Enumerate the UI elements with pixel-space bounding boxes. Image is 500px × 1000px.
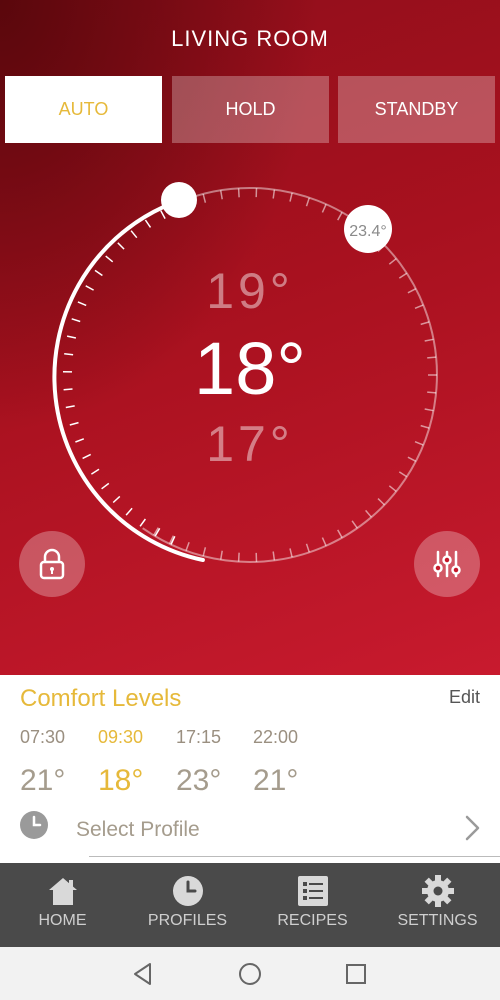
comfort-level-item[interactable]: 17:15 23° [176,727,256,798]
dial-tick [237,188,240,198]
dial-tick [90,468,100,475]
dial-tick [237,552,240,562]
dial-tick [305,197,311,207]
gear-icon [422,875,454,907]
dial-tick [185,542,190,551]
comfort-level-temp: 23° [176,764,222,797]
dial-tick [351,520,358,529]
dial-tick [272,551,276,561]
tab-settings[interactable]: SETTINGS [375,863,500,947]
dial-tick [117,242,125,250]
comfort-level-time: 22:00 [253,727,299,747]
comfort-level-time: 07:30 [20,727,66,747]
dial-tick [101,482,110,490]
back-icon[interactable] [130,961,156,987]
bottom-tab-bar: HOME PROFILES RECIPES SETTINGS [0,863,500,947]
comfort-levels-title: Comfort Levels [20,685,182,712]
dial-tick [289,548,293,558]
dial-tick [202,547,207,557]
setpoint-up-value[interactable]: 19° [0,262,500,320]
thermostat-panel: LIVING ROOM AUTO HOLD STANDBY 23.4° 19° … [0,0,500,675]
tab-home-label: HOME [38,912,87,929]
dial-tick [139,518,147,527]
dial-tick [365,509,372,518]
adjust-button[interactable] [414,531,480,597]
tab-recipes-label: RECIPES [277,912,348,929]
comfort-level-item[interactable]: 07:30 21° [20,727,100,798]
dial-tick [144,219,152,228]
dial-tick [202,193,207,203]
android-nav-bar [0,947,500,1000]
recents-icon[interactable] [343,961,369,987]
setpoint-value: 18° [194,327,306,410]
dial-tick [321,203,327,213]
comfort-level-temp: 21° [253,764,299,797]
dial-tick [377,498,386,506]
dial-tick [305,543,311,553]
setpoint-down-value[interactable]: 17° [0,415,500,461]
dial-tick [321,537,327,547]
dial-tick [420,321,430,326]
edit-comfort-link[interactable]: Edit [449,687,480,708]
tab-home[interactable]: HOME [0,863,125,947]
dial-tick [337,529,343,539]
dial-tick [219,550,223,560]
comfort-levels-section: Comfort Levels Edit 07:30 21° 09:30 18° … [0,675,500,863]
divider [89,856,500,857]
comfort-level-temp: 18° [98,764,144,797]
clock-icon [173,876,203,906]
home-icon [49,878,77,905]
dial-tick [337,211,343,221]
dial-tick [105,255,114,263]
measured-temp-label: 23.4° [349,223,387,240]
tab-profiles-label: PROFILES [147,912,228,929]
list-icon [298,876,328,906]
comfort-level-time: 17:15 [176,727,222,747]
tab-settings-label: SETTINGS [397,912,478,929]
dial-tick [289,192,293,202]
dial-tick [219,190,223,200]
dial-tick [160,210,166,219]
home-circle-icon[interactable] [237,961,263,987]
setpoint-knob[interactable] [161,182,197,218]
comfort-level-time: 09:30 [98,727,144,747]
lock-icon [39,548,65,580]
chevron-right-icon [465,815,480,841]
dial-tick [130,230,138,239]
dial-tick [272,189,276,199]
lock-button[interactable] [19,531,85,597]
clock-icon [20,811,48,839]
dial-tick [125,507,133,516]
dial-tick [398,471,408,478]
select-profile-row[interactable]: Select Profile [0,805,500,857]
tab-profiles[interactable]: PROFILES [125,863,250,947]
tab-recipes[interactable]: RECIPES [250,863,375,947]
comfort-level-item-active[interactable]: 09:30 18° [98,727,178,798]
select-profile-label: Select Profile [76,818,200,841]
sliders-icon [433,550,461,578]
dial-tick [112,495,121,504]
comfort-level-item[interactable]: 22:00 21° [253,727,333,798]
comfort-level-temp: 21° [20,764,66,797]
dial-tick [388,485,397,492]
